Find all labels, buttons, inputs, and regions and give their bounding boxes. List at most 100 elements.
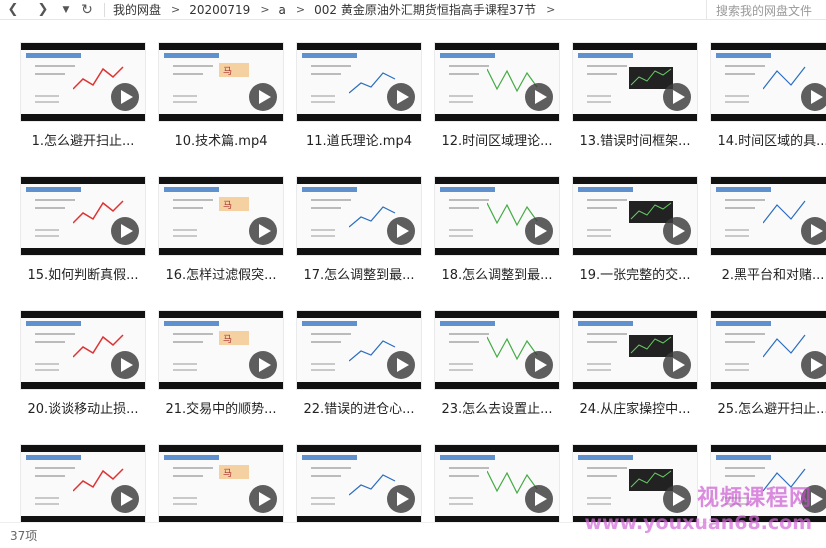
- play-icon[interactable]: [249, 83, 277, 111]
- file-name[interactable]: 12.时间区域理论...: [426, 130, 568, 149]
- video-thumbnail[interactable]: [434, 176, 560, 256]
- breadcrumb-item-a[interactable]: a: [279, 3, 286, 17]
- play-icon[interactable]: [801, 485, 826, 513]
- svg-text:马: 马: [223, 334, 232, 345]
- file-name[interactable]: 25.怎么避开扫止...: [702, 398, 826, 417]
- thumbnail-letterbox: [297, 248, 421, 255]
- video-thumbnail[interactable]: [296, 444, 422, 524]
- file-name[interactable]: 1.怎么避开扫止...: [12, 130, 154, 149]
- video-thumbnail[interactable]: [572, 444, 698, 524]
- video-thumbnail[interactable]: [434, 310, 560, 390]
- file-name[interactable]: 15.如何判断真假...: [12, 264, 154, 283]
- video-thumbnail[interactable]: [710, 444, 826, 524]
- file-name[interactable]: 17.怎么调整到最...: [288, 264, 430, 283]
- thumbnail-slide-title: [578, 321, 633, 326]
- thumbnail-letterbox: [435, 177, 559, 184]
- play-icon[interactable]: [387, 83, 415, 111]
- video-thumbnail[interactable]: [296, 310, 422, 390]
- thumbnail-letterbox: [21, 445, 145, 452]
- play-icon[interactable]: [249, 485, 277, 513]
- breadcrumb-chevron-icon[interactable]: >: [546, 3, 555, 16]
- video-thumbnail[interactable]: [572, 42, 698, 122]
- play-icon[interactable]: [111, 217, 139, 245]
- toolbar-divider: [104, 2, 105, 17]
- breadcrumb-chevron-icon: >: [260, 3, 270, 16]
- breadcrumb-item-date[interactable]: 20200719: [189, 3, 250, 17]
- file-name[interactable]: 18.怎么调整到最...: [426, 264, 568, 283]
- play-icon[interactable]: [801, 217, 826, 245]
- file-name[interactable]: 2.黑平台和对赌...: [702, 264, 826, 283]
- play-icon[interactable]: [801, 351, 826, 379]
- video-thumbnail[interactable]: [296, 42, 422, 122]
- file-name[interactable]: 21.交易中的顺势...: [150, 398, 292, 417]
- thumbnail-slide-title: [578, 53, 633, 58]
- play-icon[interactable]: [663, 485, 691, 513]
- video-thumbnail[interactable]: [20, 42, 146, 122]
- video-thumbnail[interactable]: [434, 444, 560, 524]
- file-name[interactable]: 16.怎样过滤假突...: [150, 264, 292, 283]
- play-icon[interactable]: [249, 217, 277, 245]
- video-thumbnail[interactable]: [710, 176, 826, 256]
- play-icon[interactable]: [525, 217, 553, 245]
- video-thumbnail[interactable]: [710, 42, 826, 122]
- back-button[interactable]: ❮: [2, 0, 24, 20]
- video-thumbnail[interactable]: [20, 176, 146, 256]
- play-icon[interactable]: [387, 351, 415, 379]
- video-thumbnail[interactable]: 马: [158, 42, 284, 122]
- file-name[interactable]: 23.怎么去设置止...: [426, 398, 568, 417]
- file-name[interactable]: 11.道氏理论.mp4: [288, 130, 430, 149]
- file-name[interactable]: 10.技术篇.mp4: [150, 130, 292, 149]
- breadcrumb-item-root[interactable]: 我的网盘: [113, 1, 161, 18]
- video-thumbnail[interactable]: [710, 310, 826, 390]
- play-icon[interactable]: [525, 485, 553, 513]
- play-icon[interactable]: [111, 351, 139, 379]
- file-name[interactable]: 24.从庄家操控中...: [564, 398, 706, 417]
- play-icon[interactable]: [387, 217, 415, 245]
- play-icon[interactable]: [525, 351, 553, 379]
- thumbnail-slide-title: [302, 187, 357, 192]
- thumbnail-letterbox: [21, 43, 145, 50]
- thumbnail-letterbox: [711, 114, 826, 121]
- thumbnail-letterbox: [159, 311, 283, 318]
- refresh-button[interactable]: ↻: [76, 0, 98, 20]
- file-name[interactable]: 19.一张完整的交...: [564, 264, 706, 283]
- thumbnail-slide-title: [164, 321, 219, 326]
- thumbnail-letterbox: [573, 248, 697, 255]
- forward-button[interactable]: ❯: [32, 0, 54, 20]
- play-icon[interactable]: [111, 83, 139, 111]
- play-icon[interactable]: [801, 83, 826, 111]
- play-icon[interactable]: [249, 351, 277, 379]
- thumbnail-letterbox: [21, 382, 145, 389]
- video-thumbnail[interactable]: [572, 176, 698, 256]
- play-icon[interactable]: [663, 83, 691, 111]
- video-thumbnail[interactable]: [20, 444, 146, 524]
- play-icon[interactable]: [525, 83, 553, 111]
- breadcrumb-chevron-icon: >: [295, 3, 306, 16]
- file-name[interactable]: 13.错误时间框架...: [564, 130, 706, 149]
- refresh-icon: ↻: [81, 1, 93, 18]
- video-thumbnail[interactable]: 马: [158, 310, 284, 390]
- video-thumbnail[interactable]: [572, 310, 698, 390]
- search-input[interactable]: 搜索我的网盘文件: [706, 0, 826, 20]
- thumbnail-letterbox: [435, 43, 559, 50]
- breadcrumb-item-course[interactable]: 002 黄金原油外汇期货恒指高手课程37节: [314, 1, 536, 18]
- thumbnail-letterbox: [711, 311, 826, 318]
- history-dropdown-button[interactable]: ▼: [60, 0, 72, 20]
- play-icon[interactable]: [111, 485, 139, 513]
- thumbnail-letterbox: [711, 177, 826, 184]
- thumbnail-slide-title: [26, 187, 81, 192]
- video-thumbnail[interactable]: [434, 42, 560, 122]
- video-thumbnail[interactable]: 马: [158, 444, 284, 524]
- thumbnail-slide-title: [26, 455, 81, 460]
- play-icon[interactable]: [387, 485, 415, 513]
- thumbnail-letterbox: [573, 382, 697, 389]
- video-thumbnail[interactable]: [296, 176, 422, 256]
- video-thumbnail[interactable]: [20, 310, 146, 390]
- file-name[interactable]: 22.错误的进仓心...: [288, 398, 430, 417]
- thumbnail-slide-title: [716, 187, 771, 192]
- play-icon[interactable]: [663, 217, 691, 245]
- file-name[interactable]: 20.谈谈移动止损...: [12, 398, 154, 417]
- play-icon[interactable]: [663, 351, 691, 379]
- video-thumbnail[interactable]: 马: [158, 176, 284, 256]
- file-name[interactable]: 14.时间区域的具...: [702, 130, 826, 149]
